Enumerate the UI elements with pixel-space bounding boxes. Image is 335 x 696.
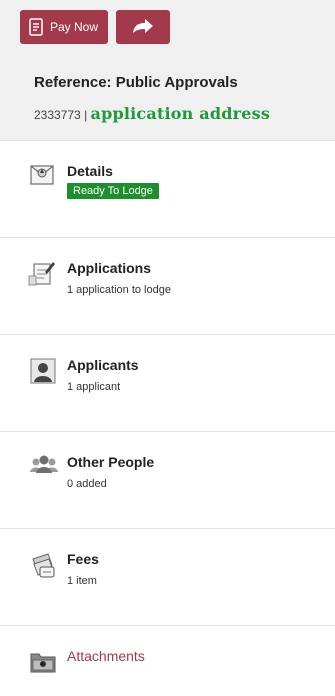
fees-icon — [28, 551, 58, 578]
applications-text: Applications 1 application to lodge — [67, 260, 171, 296]
applications-subtitle: 1 application to lodge — [67, 284, 171, 296]
pay-now-label: Pay Now — [50, 20, 99, 34]
reference-title: Reference: Public Approvals — [34, 74, 238, 91]
applicants-text: Applicants 1 applicant — [67, 357, 139, 393]
receipt-icon — [28, 18, 44, 36]
list-item-details[interactable]: Details Ready To Lodge — [0, 141, 335, 238]
person-icon — [28, 357, 58, 384]
group-icon — [28, 454, 58, 480]
header-panel: Pay Now Reference: Public Approvals 2333… — [0, 0, 335, 141]
details-title: Details — [67, 163, 113, 179]
other-people-text: Other People 0 added — [67, 454, 154, 490]
application-address: application address — [90, 104, 271, 123]
list-item-applicants[interactable]: Applicants 1 applicant — [0, 335, 335, 432]
fees-title: Fees — [67, 551, 99, 567]
list-item-attachments[interactable]: Attachments — [0, 626, 335, 696]
certificate-icon — [28, 163, 58, 189]
document-pen-icon — [28, 260, 58, 286]
attachments-text: Attachments — [67, 648, 145, 664]
list-item-fees[interactable]: Fees 1 item — [0, 529, 335, 626]
attachment-box-icon — [28, 648, 58, 674]
applicants-title: Applicants — [67, 357, 139, 373]
forward-arrow-icon — [130, 15, 156, 40]
details-text: Details Ready To Lodge — [67, 163, 159, 199]
pay-now-button[interactable]: Pay Now — [20, 10, 109, 44]
action-buttons: Pay Now — [20, 10, 171, 44]
fees-text: Fees 1 item — [67, 551, 99, 587]
other-people-subtitle: 0 added — [67, 478, 107, 490]
applications-title: Applications — [67, 260, 152, 276]
applicants-subtitle: 1 applicant — [67, 381, 121, 393]
list-item-other-people[interactable]: Other People 0 added — [0, 432, 335, 529]
section-list: Details Ready To Lodge Applications 1 ap… — [0, 141, 335, 696]
list-item-applications[interactable]: Applications 1 application to lodge — [0, 238, 335, 335]
share-forward-button[interactable] — [116, 10, 171, 44]
reference-subtitle: 2333773 | application address — [34, 104, 270, 123]
fees-subtitle: 1 item — [67, 575, 97, 587]
other-people-title: Other People — [67, 454, 155, 470]
attachments-link[interactable]: Attachments — [67, 648, 145, 664]
reference-separator: | — [84, 108, 88, 122]
reference-id: 2333773 — [34, 108, 81, 122]
status-badge: Ready To Lodge — [67, 183, 159, 199]
